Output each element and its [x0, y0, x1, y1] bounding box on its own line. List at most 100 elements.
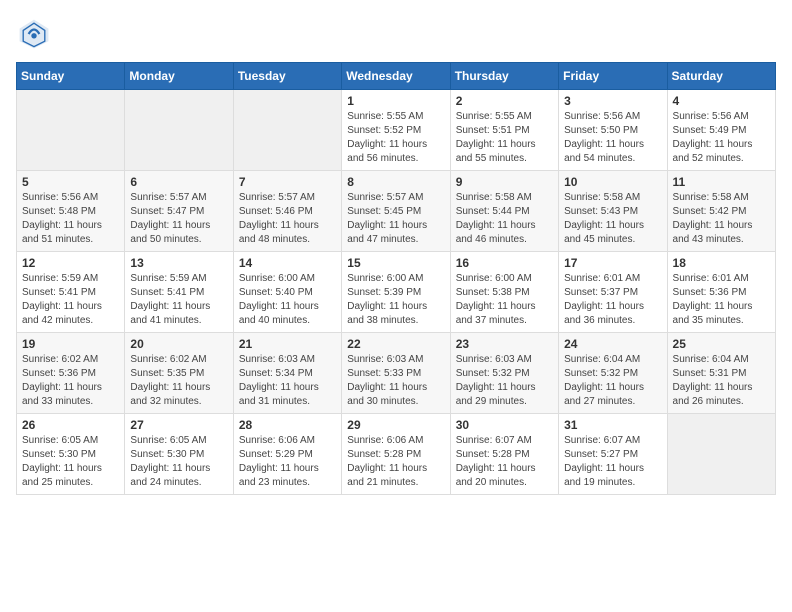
day-number: 3	[564, 94, 661, 108]
day-info: Sunrise: 5:56 AM Sunset: 5:49 PM Dayligh…	[673, 110, 770, 166]
day-number: 22	[347, 337, 444, 351]
day-info: Sunrise: 6:05 AM Sunset: 5:30 PM Dayligh…	[130, 434, 227, 490]
day-number: 21	[239, 337, 336, 351]
day-number: 13	[130, 256, 227, 270]
calendar-cell: 17 Sunrise: 6:01 AM Sunset: 5:37 PM Dayli…	[559, 252, 667, 333]
day-number: 6	[130, 175, 227, 189]
page-header	[16, 16, 776, 52]
day-info: Sunrise: 5:55 AM Sunset: 5:51 PM Dayligh…	[456, 110, 553, 166]
day-info: Sunrise: 6:00 AM Sunset: 5:38 PM Dayligh…	[456, 272, 553, 328]
day-number: 25	[673, 337, 770, 351]
weekday-header: Saturday	[667, 63, 775, 90]
day-number: 9	[456, 175, 553, 189]
day-info: Sunrise: 5:57 AM Sunset: 5:45 PM Dayligh…	[347, 191, 444, 247]
day-number: 24	[564, 337, 661, 351]
day-number: 2	[456, 94, 553, 108]
calendar-cell: 19 Sunrise: 6:02 AM Sunset: 5:36 PM Dayli…	[17, 333, 125, 414]
day-info: Sunrise: 5:55 AM Sunset: 5:52 PM Dayligh…	[347, 110, 444, 166]
day-number: 4	[673, 94, 770, 108]
calendar-cell: 5 Sunrise: 5:56 AM Sunset: 5:48 PM Daylig…	[17, 171, 125, 252]
day-info: Sunrise: 6:02 AM Sunset: 5:35 PM Dayligh…	[130, 353, 227, 409]
day-info: Sunrise: 6:03 AM Sunset: 5:33 PM Dayligh…	[347, 353, 444, 409]
day-number: 20	[130, 337, 227, 351]
calendar-cell: 16 Sunrise: 6:00 AM Sunset: 5:38 PM Dayli…	[450, 252, 558, 333]
day-info: Sunrise: 5:58 AM Sunset: 5:44 PM Dayligh…	[456, 191, 553, 247]
calendar-cell: 25 Sunrise: 6:04 AM Sunset: 5:31 PM Dayli…	[667, 333, 775, 414]
day-info: Sunrise: 5:57 AM Sunset: 5:46 PM Dayligh…	[239, 191, 336, 247]
day-info: Sunrise: 5:56 AM Sunset: 5:48 PM Dayligh…	[22, 191, 119, 247]
calendar-body: 1 Sunrise: 5:55 AM Sunset: 5:52 PM Daylig…	[17, 90, 776, 495]
day-info: Sunrise: 6:00 AM Sunset: 5:40 PM Dayligh…	[239, 272, 336, 328]
day-info: Sunrise: 6:01 AM Sunset: 5:37 PM Dayligh…	[564, 272, 661, 328]
day-info: Sunrise: 6:02 AM Sunset: 5:36 PM Dayligh…	[22, 353, 119, 409]
logo-icon	[16, 16, 52, 52]
weekday-row: SundayMondayTuesdayWednesdayThursdayFrid…	[17, 63, 776, 90]
day-info: Sunrise: 6:04 AM Sunset: 5:32 PM Dayligh…	[564, 353, 661, 409]
calendar-table: SundayMondayTuesdayWednesdayThursdayFrid…	[16, 62, 776, 495]
day-number: 11	[673, 175, 770, 189]
calendar-cell: 21 Sunrise: 6:03 AM Sunset: 5:34 PM Dayli…	[233, 333, 341, 414]
calendar-cell: 10Sunrise: 5:58 AM Sunset: 5:43 PM Dayli…	[559, 171, 667, 252]
calendar-cell	[125, 90, 233, 171]
calendar-cell: 27 Sunrise: 6:05 AM Sunset: 5:30 PM Dayli…	[125, 414, 233, 495]
calendar-cell	[233, 90, 341, 171]
calendar-header: SundayMondayTuesdayWednesdayThursdayFrid…	[17, 63, 776, 90]
calendar-week-row: 26Sunrise: 6:05 AM Sunset: 5:30 PM Dayli…	[17, 414, 776, 495]
weekday-header: Sunday	[17, 63, 125, 90]
day-number: 18	[673, 256, 770, 270]
calendar-cell: 6 Sunrise: 5:57 AM Sunset: 5:47 PM Daylig…	[125, 171, 233, 252]
calendar-cell: 1 Sunrise: 5:55 AM Sunset: 5:52 PM Daylig…	[342, 90, 450, 171]
calendar-cell: 18 Sunrise: 6:01 AM Sunset: 5:36 PM Dayli…	[667, 252, 775, 333]
calendar-cell: 28Sunrise: 6:06 AM Sunset: 5:29 PM Dayli…	[233, 414, 341, 495]
calendar-cell: 30 Sunrise: 6:07 AM Sunset: 5:28 PM Dayli…	[450, 414, 558, 495]
day-number: 23	[456, 337, 553, 351]
day-info: Sunrise: 6:07 AM Sunset: 5:28 PM Dayligh…	[456, 434, 553, 490]
calendar-cell: 3 Sunrise: 5:56 AM Sunset: 5:50 PM Daylig…	[559, 90, 667, 171]
logo	[16, 16, 58, 52]
day-number: 27	[130, 418, 227, 432]
day-info: Sunrise: 6:07 AM Sunset: 5:27 PM Dayligh…	[564, 434, 661, 490]
day-number: 7	[239, 175, 336, 189]
calendar-cell: 23Sunrise: 6:03 AM Sunset: 5:32 PM Dayli…	[450, 333, 558, 414]
day-info: Sunrise: 5:58 AM Sunset: 5:43 PM Dayligh…	[564, 191, 661, 247]
calendar-week-row: 12 Sunrise: 5:59 AM Sunset: 5:41 PM Dayli…	[17, 252, 776, 333]
day-number: 17	[564, 256, 661, 270]
calendar-cell: 31Sunrise: 6:07 AM Sunset: 5:27 PM Dayli…	[559, 414, 667, 495]
calendar-cell: 15 Sunrise: 6:00 AM Sunset: 5:39 PM Dayli…	[342, 252, 450, 333]
day-info: Sunrise: 5:59 AM Sunset: 5:41 PM Dayligh…	[22, 272, 119, 328]
day-number: 1	[347, 94, 444, 108]
day-info: Sunrise: 6:04 AM Sunset: 5:31 PM Dayligh…	[673, 353, 770, 409]
day-info: Sunrise: 6:01 AM Sunset: 5:36 PM Dayligh…	[673, 272, 770, 328]
day-info: Sunrise: 5:59 AM Sunset: 5:41 PM Dayligh…	[130, 272, 227, 328]
calendar-week-row: 1 Sunrise: 5:55 AM Sunset: 5:52 PM Daylig…	[17, 90, 776, 171]
calendar-cell: 29 Sunrise: 6:06 AM Sunset: 5:28 PM Dayli…	[342, 414, 450, 495]
day-number: 30	[456, 418, 553, 432]
calendar-cell	[17, 90, 125, 171]
weekday-header: Wednesday	[342, 63, 450, 90]
calendar-cell: 24 Sunrise: 6:04 AM Sunset: 5:32 PM Dayli…	[559, 333, 667, 414]
calendar-cell: 11Sunrise: 5:58 AM Sunset: 5:42 PM Dayli…	[667, 171, 775, 252]
day-number: 8	[347, 175, 444, 189]
calendar-cell: 14 Sunrise: 6:00 AM Sunset: 5:40 PM Dayli…	[233, 252, 341, 333]
calendar-cell: 8 Sunrise: 5:57 AM Sunset: 5:45 PM Daylig…	[342, 171, 450, 252]
day-info: Sunrise: 6:03 AM Sunset: 5:34 PM Dayligh…	[239, 353, 336, 409]
day-info: Sunrise: 6:00 AM Sunset: 5:39 PM Dayligh…	[347, 272, 444, 328]
day-number: 19	[22, 337, 119, 351]
day-info: Sunrise: 5:56 AM Sunset: 5:50 PM Dayligh…	[564, 110, 661, 166]
calendar-cell: 9 Sunrise: 5:58 AM Sunset: 5:44 PM Daylig…	[450, 171, 558, 252]
day-number: 5	[22, 175, 119, 189]
day-info: Sunrise: 6:06 AM Sunset: 5:28 PM Dayligh…	[347, 434, 444, 490]
day-number: 29	[347, 418, 444, 432]
calendar-cell	[667, 414, 775, 495]
day-number: 16	[456, 256, 553, 270]
day-number: 14	[239, 256, 336, 270]
day-number: 12	[22, 256, 119, 270]
weekday-header: Friday	[559, 63, 667, 90]
calendar-week-row: 5 Sunrise: 5:56 AM Sunset: 5:48 PM Daylig…	[17, 171, 776, 252]
calendar-cell: 4 Sunrise: 5:56 AM Sunset: 5:49 PM Daylig…	[667, 90, 775, 171]
day-number: 15	[347, 256, 444, 270]
calendar-cell: 20 Sunrise: 6:02 AM Sunset: 5:35 PM Dayli…	[125, 333, 233, 414]
day-info: Sunrise: 5:57 AM Sunset: 5:47 PM Dayligh…	[130, 191, 227, 247]
weekday-header: Monday	[125, 63, 233, 90]
day-number: 28	[239, 418, 336, 432]
